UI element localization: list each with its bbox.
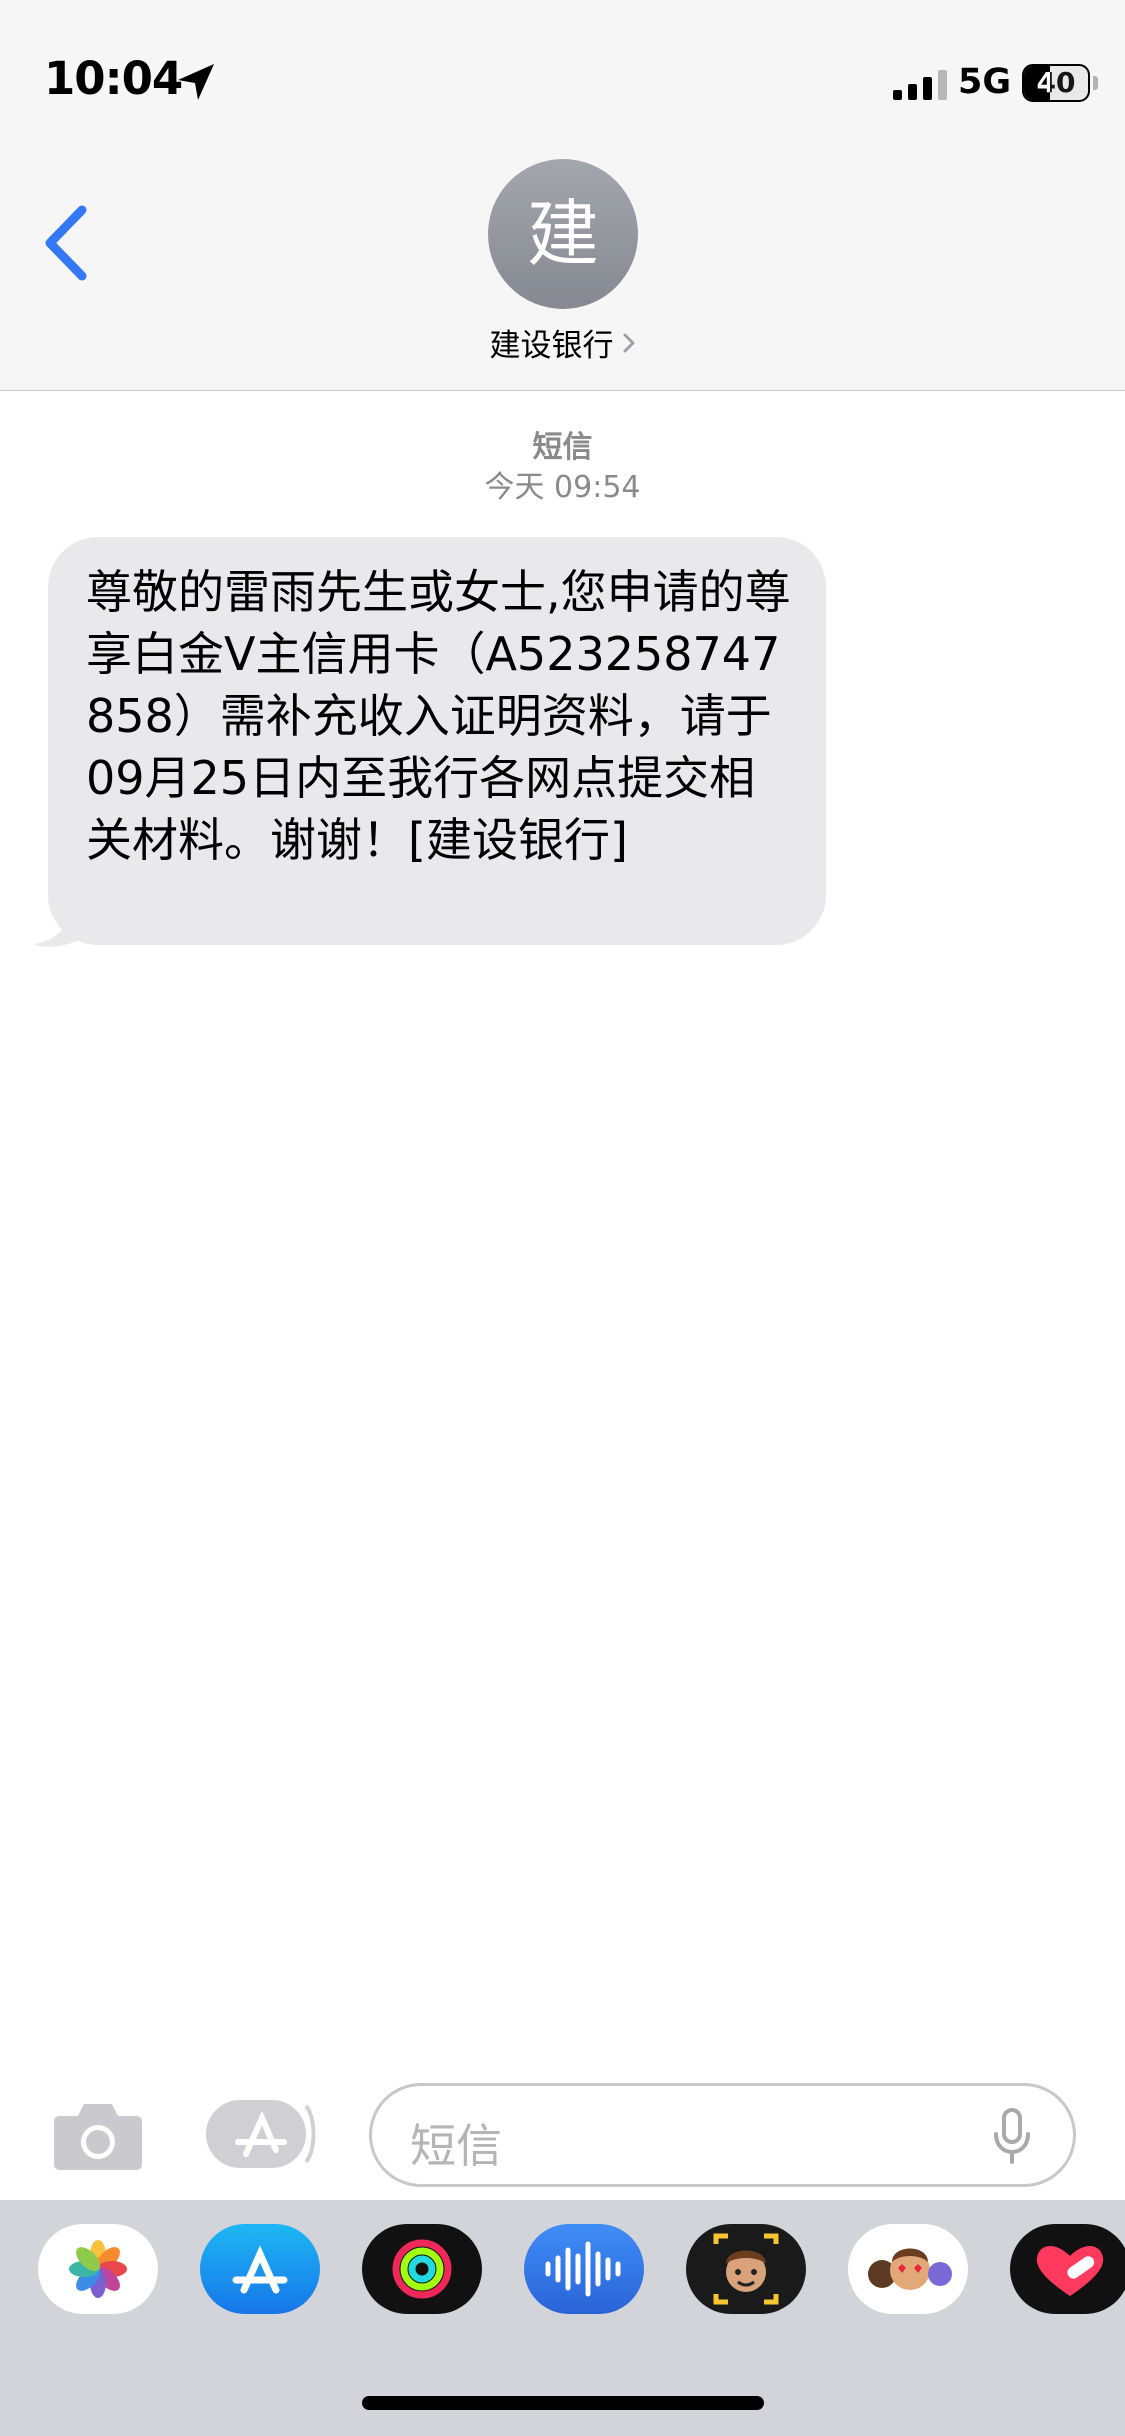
memoji-stickers-app-icon[interactable] bbox=[848, 2224, 968, 2314]
contact-details-button[interactable]: 建设银行 bbox=[0, 320, 1125, 365]
battery-percent: 40 bbox=[1036, 66, 1076, 99]
home-indicator[interactable] bbox=[362, 2396, 764, 2410]
message-input-placeholder: 短信 bbox=[410, 2119, 502, 2173]
conversation-header: 建 建设银行 bbox=[0, 150, 1125, 391]
chevron-right-icon bbox=[623, 333, 634, 352]
location-arrow-icon bbox=[178, 64, 214, 100]
network-type: 5G bbox=[958, 62, 1012, 102]
service-label: 短信 bbox=[532, 430, 593, 465]
message-meta: 短信 今天 09:54 bbox=[0, 428, 1125, 508]
camera-icon[interactable] bbox=[52, 2098, 144, 2172]
cellular-signal-icon bbox=[893, 70, 947, 100]
battery-nub bbox=[1093, 76, 1098, 90]
message-timestamp: 今天 09:54 bbox=[484, 470, 641, 505]
digital-touch-app-icon[interactable] bbox=[1010, 2224, 1125, 2314]
app-store-icon[interactable] bbox=[206, 2098, 318, 2170]
photos-app-icon[interactable] bbox=[38, 2224, 158, 2314]
mic-icon[interactable] bbox=[992, 2108, 1032, 2166]
back-chevron-icon[interactable] bbox=[30, 198, 100, 288]
message-bubble[interactable]: 尊敬的雷雨先生或女士,您申请的尊享白金Ⅴ主信用卡（A523258747858）需… bbox=[48, 537, 826, 945]
message-text: 尊敬的雷雨先生或女士,您申请的尊享白金Ⅴ主信用卡（A523258747858）需… bbox=[86, 565, 791, 867]
contact-name: 建设银行 bbox=[489, 328, 614, 364]
status-time: 10:04 bbox=[44, 52, 183, 105]
message-input[interactable]: 短信 bbox=[369, 2083, 1076, 2187]
app-store-app-icon[interactable] bbox=[200, 2224, 320, 2314]
activity-app-icon[interactable] bbox=[362, 2224, 482, 2314]
memoji-camera-app-icon[interactable] bbox=[686, 2224, 806, 2314]
status-bar: 10:04 5G 40 bbox=[0, 0, 1125, 150]
contact-avatar[interactable]: 建 bbox=[488, 159, 638, 309]
battery-icon: 40 bbox=[1022, 64, 1090, 102]
audio-message-app-icon[interactable] bbox=[524, 2224, 644, 2314]
